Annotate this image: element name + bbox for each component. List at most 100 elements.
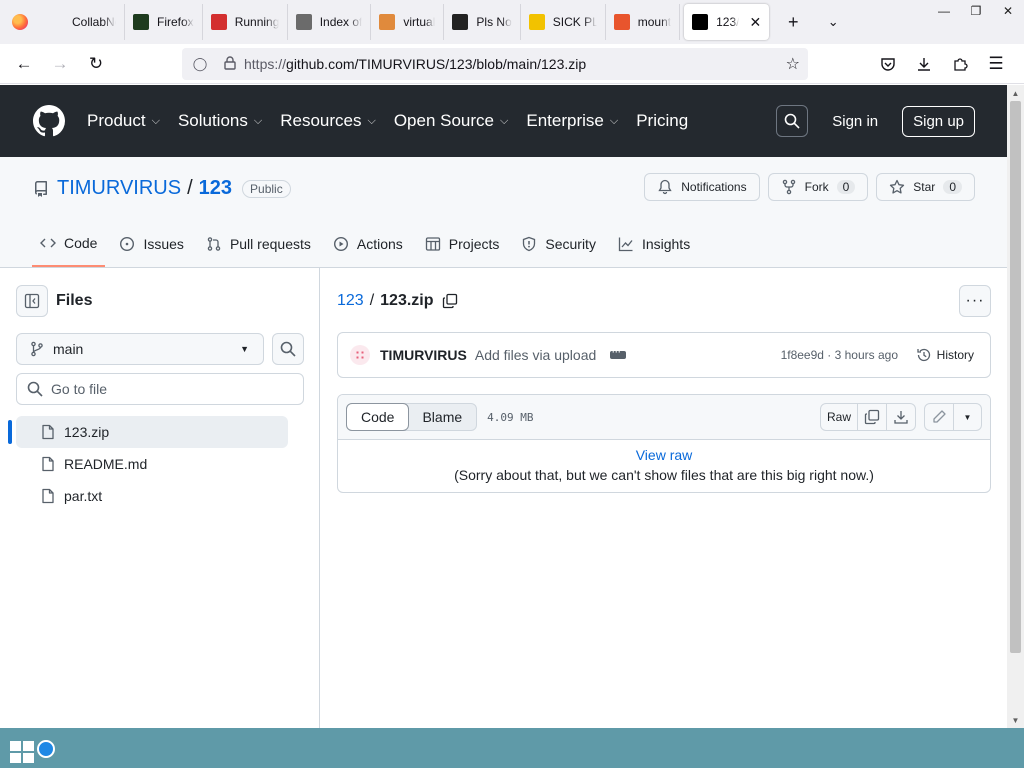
tab-pull-requests[interactable]: Pull requests [198, 221, 319, 267]
browser-tab[interactable]: Firefox [125, 4, 203, 40]
browser-tab-active[interactable]: 123/ ✕ [684, 4, 770, 40]
github-logo-icon[interactable] [33, 105, 65, 137]
search-files-button[interactable] [272, 333, 304, 365]
tab-favicon-icon [48, 14, 64, 30]
fork-count: 0 [836, 180, 856, 194]
bookmark-star-icon[interactable]: ☆ [786, 54, 800, 74]
history-link[interactable]: History [916, 347, 974, 363]
close-window-button[interactable]: ✕ [992, 0, 1024, 22]
more-options-button[interactable]: ··· [959, 285, 991, 317]
file-tree-item[interactable]: 123.zip [8, 416, 288, 448]
page-viewport: Product ⌵ Solutions ⌵ Resources ⌵ Open Source ⌵… [0, 85, 1007, 728]
edit-pencil-icon[interactable] [925, 404, 953, 430]
browser-tab[interactable]: Index of [288, 4, 372, 40]
notifications-button[interactable]: Notifications [644, 173, 760, 201]
download-icon[interactable] [886, 404, 915, 430]
browser-tab[interactable]: SICK PL [521, 4, 606, 40]
header-nav-pricing[interactable]: Pricing [636, 111, 688, 131]
search-button[interactable] [776, 105, 809, 137]
notifications-label: Notifications [681, 180, 747, 194]
tab-favicon-icon [613, 14, 630, 30]
file-size: 4.09 MB [487, 410, 534, 424]
notification-badge-icon [37, 740, 55, 758]
reload-button[interactable]: ↻ [78, 48, 114, 80]
extensions-icon[interactable] [942, 48, 978, 80]
go-to-file-input[interactable] [51, 381, 281, 397]
browser-tab[interactable]: Running [203, 4, 288, 40]
tab-favicon-icon [692, 14, 709, 30]
shield-icon[interactable]: ◯ [190, 56, 210, 72]
tab-favicon-icon [210, 14, 227, 30]
view-raw-link[interactable]: View raw [338, 445, 990, 465]
app-menu-icon[interactable]: ☰ [978, 48, 1014, 80]
copy-raw-icon[interactable] [857, 404, 886, 430]
minimize-button[interactable]: — [928, 0, 960, 22]
collapse-sidebar-button[interactable] [16, 285, 48, 317]
raw-button[interactable]: Raw [821, 404, 857, 430]
file-tree-item[interactable]: README.md [16, 448, 288, 480]
header-nav-resources[interactable]: Resources ⌵ [280, 111, 376, 131]
security-icon [523, 236, 536, 252]
tab-label: Index of [319, 15, 363, 29]
star-button[interactable]: Star 0 [876, 173, 975, 201]
commit-message[interactable]: Add files via upload [475, 347, 596, 363]
breadcrumb-file: 123.zip [380, 292, 434, 309]
tab-insights[interactable]: Insights [610, 221, 698, 267]
file-tree-item[interactable]: par.txt [16, 480, 288, 512]
scrollbar-thumb[interactable] [1010, 101, 1021, 653]
tab-label: virtual [403, 15, 436, 29]
breadcrumb-repo-link[interactable]: 123 [337, 292, 364, 310]
avatar[interactable] [350, 345, 370, 365]
repo-title: TIMURVIRUS / 123 Public [33, 177, 291, 200]
header-nav-label: Pricing [636, 111, 689, 130]
browser-tab[interactable]: Pls No [444, 4, 521, 40]
lock-icon[interactable] [220, 55, 240, 73]
sign-in-link[interactable]: Sign in [832, 113, 878, 130]
star-count: 0 [943, 180, 962, 194]
header-nav-open-source[interactable]: Open Source ⌵ [394, 111, 509, 131]
close-tab-icon[interactable]: ✕ [749, 14, 761, 31]
go-to-file-field[interactable] [16, 373, 304, 405]
scroll-down-arrow-icon[interactable]: ▼ [1007, 712, 1024, 728]
header-nav-enterprise[interactable]: Enterprise ⌵ [526, 111, 618, 131]
copy-path-icon[interactable] [442, 293, 458, 309]
fork-button[interactable]: Fork 0 [767, 173, 869, 201]
tab-label: Running [234, 15, 279, 29]
code-view-button[interactable]: Code [346, 403, 410, 431]
edit-dropdown-caret-icon[interactable]: ▼ [953, 404, 981, 430]
file-icon [42, 424, 54, 440]
expand-commit-message-icon[interactable] [610, 344, 627, 359]
blame-view-button[interactable]: Blame [408, 404, 476, 430]
branch-selector[interactable]: main ▼ [16, 333, 264, 365]
scroll-up-arrow-icon[interactable]: ▲ [1007, 85, 1024, 101]
list-all-tabs-chevron-icon[interactable]: ⌄ [813, 0, 853, 44]
forward-button[interactable]: → [42, 48, 78, 80]
new-tab-button[interactable]: + [773, 0, 813, 44]
page-scrollbar[interactable]: ▲ ▼ [1007, 85, 1024, 728]
restore-button[interactable]: ❐ [960, 0, 992, 22]
repo-name-link[interactable]: 123 [199, 177, 232, 200]
address-bar[interactable]: ◯ https://github.com/TIMURVIRUS/123/blob… [182, 48, 808, 80]
back-button[interactable]: ← [6, 48, 42, 80]
downloads-icon[interactable] [906, 48, 942, 80]
commit-author[interactable]: TIMURVIRUS [380, 347, 467, 363]
tab-issues[interactable]: Issues [111, 221, 191, 267]
browser-tab[interactable]: mount [606, 4, 681, 40]
browser-tab[interactable]: virtual [371, 4, 445, 40]
pocket-icon[interactable] [870, 48, 906, 80]
history-label: History [936, 348, 974, 362]
sign-up-button[interactable]: Sign up [902, 105, 975, 137]
repo-owner-link[interactable]: TIMURVIRUS [57, 177, 181, 200]
windows-start-icon[interactable] [10, 737, 55, 763]
tab-projects[interactable]: Projects [417, 221, 508, 267]
url-text[interactable]: https://github.com/TIMURVIRUS/123/blob/m… [244, 56, 586, 72]
tab-code[interactable]: Code [32, 221, 106, 267]
tab-actions[interactable]: Actions [325, 221, 411, 267]
browser-tab[interactable]: CollabNet [40, 4, 125, 40]
tab-label: Firefox [157, 15, 194, 29]
tab-security[interactable]: Security [513, 221, 604, 267]
header-nav-product[interactable]: Product ⌵ [87, 111, 160, 131]
commit-sha-time[interactable]: 1f8ee9d · 3 hours ago [781, 348, 898, 362]
header-nav-solutions[interactable]: Solutions ⌵ [178, 111, 262, 131]
firefox-menu-icon[interactable] [0, 0, 40, 44]
